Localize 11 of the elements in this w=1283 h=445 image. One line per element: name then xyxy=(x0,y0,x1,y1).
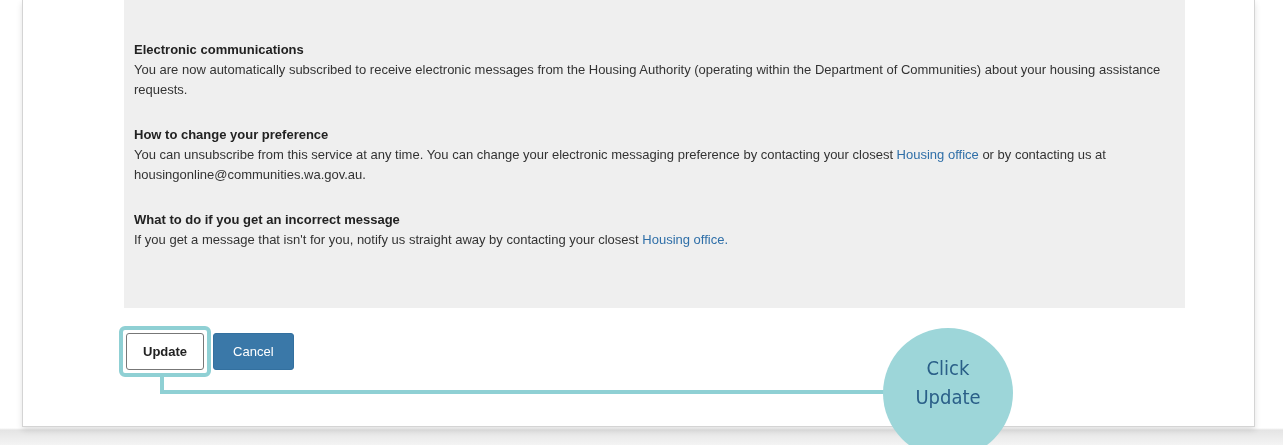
section-text: If you get a message that isn't for you, notify us straight away by contacting your closest Housing office. xyxy=(134,231,730,249)
housing-office-link[interactable]: Housing office. xyxy=(642,232,729,247)
section-text: You are now automatically subscribed to receive electronic messages from the Housing Authority (operating within the Department of Communities) about your housing assistance requests. xyxy=(134,61,1162,99)
callout-text: Click Update xyxy=(914,355,982,411)
update-button[interactable]: Update xyxy=(126,333,205,370)
section-text: You can unsubscribe from this service at any time. You can change your electronic messaging preference by contacting your closest Housing office or by contacting us at housingonline@communities.wa.gov.au. xyxy=(134,146,1107,184)
section-heading: How to change your preference xyxy=(134,126,330,144)
section-heading: Electronic communications xyxy=(134,41,305,59)
section-heading: What to do if you get an incorrect message xyxy=(134,211,401,229)
cancel-button[interactable]: Cancel xyxy=(213,333,294,370)
housing-office-link[interactable]: Housing office xyxy=(896,147,979,162)
